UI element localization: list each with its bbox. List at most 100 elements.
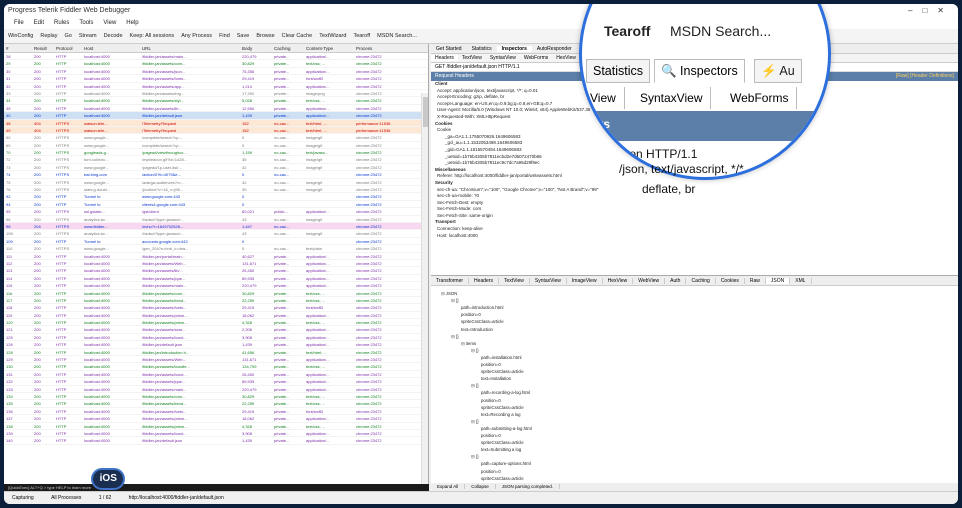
response-tab-raw[interactable]: Raw [744, 278, 766, 284]
raw-link[interactable]: [Raw] [896, 73, 909, 79]
json-tree-node[interactable]: spriteCssClass=article [461, 319, 504, 324]
tab-inspectors[interactable]: Inspectors [496, 46, 532, 52]
column-header[interactable]: Process [354, 44, 414, 52]
menu-item-tools[interactable]: Tools [79, 20, 93, 26]
json-tree-node[interactable]: spriteCssClass=article [481, 476, 524, 481]
json-tree-node[interactable]: path=submitting-a-log.html [481, 426, 532, 431]
json-tree-node[interactable]: ⊟ items [461, 341, 476, 347]
session-row[interactable]: 132 200 HTTP localhost:4000/fiddler-jan/ass… [4, 378, 428, 386]
response-tab-webview[interactable]: WebView [633, 278, 666, 284]
toolbar-button[interactable]: WinConfig [8, 33, 33, 39]
session-row[interactable]: 137 200 HTTP localhost:4000/fiddler-jan/ass… [4, 415, 428, 423]
session-row[interactable]: 114 200 HTTP localhost:4000/fiddler-jan/ass… [4, 275, 428, 283]
response-tab-textview[interactable]: TextView [498, 278, 530, 284]
session-row[interactable]: 115 200 HTTP localhost:4000/fiddler-jan/ass… [4, 282, 428, 290]
column-header[interactable]: Content-Type [304, 44, 354, 52]
column-header[interactable]: # [4, 44, 32, 52]
session-row[interactable]: 116 200 HTTP localhost:4000/fiddler-jan/ass… [4, 290, 428, 297]
session-row[interactable]: 130 200 HTTP localhost:4000/fiddler-jan/ass… [4, 363, 428, 371]
session-row[interactable]: 72 200 HTTPS turn.collectc... /mpbeacon.gif?… [4, 156, 428, 164]
column-header[interactable]: Result [32, 44, 54, 52]
session-row[interactable]: 113 200 HTTP localhost:4000/fiddler-jan/ass… [4, 267, 428, 275]
session-row[interactable]: 74 200 HTTPS bat.bing.com/action/0?ti=4079&… [4, 171, 428, 179]
collapse-button[interactable]: Collapse [465, 484, 496, 489]
session-row[interactable]: 108 200 HTTPS analytics.tw... /i/adsct?type=… [4, 230, 428, 238]
session-row[interactable]: 96 200 HTTPS analytics.tw... /i/adsct?type=j… [4, 216, 428, 223]
inspector-tab-textview[interactable]: TextView [458, 55, 486, 61]
column-header[interactable]: Caching [272, 44, 304, 52]
session-row[interactable]: 118 200 HTTP localhost:4000/fiddler-jan/ass… [4, 304, 428, 312]
tab-autoresponder[interactable]: AutoResponder [532, 46, 577, 52]
inspector-tab-hexview[interactable]: HexView [552, 55, 580, 61]
session-row[interactable]: 34 200 HTTP localhost:4000/fiddler-jan/asse… [4, 97, 428, 105]
menu-item-edit[interactable]: Edit [34, 20, 44, 26]
response-tab-auth[interactable]: Auth [665, 278, 687, 284]
toolbar-button[interactable]: TextWizard [319, 33, 346, 39]
session-row[interactable]: 31 200 HTTP localhost:4000/fiddler-jan/asse… [4, 75, 428, 83]
menu-item-file[interactable]: File [14, 20, 24, 26]
session-row[interactable]: 50 200 HTTPS www.google... /complete/search?… [4, 134, 428, 142]
capturing-indicator[interactable]: Capturing [4, 495, 42, 501]
json-tree-node[interactable]: spriteCssClass=article [481, 440, 524, 445]
toolbar-button[interactable]: Go [65, 33, 72, 39]
sessions-scrollbar[interactable] [421, 93, 428, 491]
session-row[interactable]: 60 200 HTTPS www.google... /complete/search?… [4, 142, 428, 150]
minimize-icon[interactable]: – [908, 6, 922, 15]
session-row[interactable]: 117 200 HTTP localhost:4000/fiddler-jan/ass… [4, 297, 428, 305]
header-definitions-link[interactable]: [Header Definitions] [910, 73, 954, 79]
session-row[interactable]: 121 200 HTTP localhost:4000/fiddler-jan/ass… [4, 326, 428, 334]
json-tree-node[interactable]: ⊟ {} [471, 348, 479, 354]
toolbar-button[interactable]: Find [219, 33, 230, 39]
session-row[interactable]: 32 200 HTTP localhost:4000/fiddler-jan/asse… [4, 83, 428, 90]
toolbar-button[interactable]: Decode [104, 33, 123, 39]
session-row[interactable]: 109 200 HTTP Tunnel to accounts.google.com:4… [4, 238, 428, 246]
inspector-tab-webforms[interactable]: WebForms [520, 55, 552, 61]
response-tab-xml[interactable]: XML [790, 278, 812, 284]
json-tree-node[interactable]: spriteCssClass=article [481, 369, 524, 374]
toolbar-button[interactable]: Stream [79, 33, 97, 39]
session-row[interactable]: 28 200 HTTP localhost:4000/fiddler-jan/asse… [4, 53, 428, 61]
json-tree-node[interactable]: position=0 [481, 433, 501, 438]
session-row[interactable]: 49 404 HTTPS watson.tele... /Telemetry.Reque… [4, 126, 428, 135]
json-tree-node[interactable]: ⊟ {} [451, 334, 459, 340]
maximize-icon[interactable]: □ [922, 6, 937, 15]
toolbar-button[interactable]: Tearoff [353, 33, 370, 39]
menu-item-rules[interactable]: Rules [54, 20, 69, 26]
session-row[interactable]: 33 200 HTTP localhost:4000/fiddler-jan/asse… [4, 90, 428, 98]
column-header[interactable]: Protocol [54, 44, 82, 52]
json-tree-node[interactable]: path=recording-a-log.html [481, 390, 530, 395]
session-row[interactable]: 111 200 HTTP localhost:4000/fiddler-jan/por… [4, 253, 428, 260]
json-tree-node[interactable]: ⊟ {} [451, 298, 459, 304]
json-tree-node[interactable]: position=0 [461, 312, 481, 317]
session-row[interactable]: 30 200 HTTP localhost:4000/fiddler-jan/asse… [4, 68, 428, 76]
session-row[interactable]: 110 200 HTTPS www.google... /gen_204?s=hnb_c… [4, 245, 428, 253]
json-tree-node[interactable]: position=0 [481, 362, 501, 367]
menu-item-help[interactable]: Help [126, 20, 138, 26]
session-row[interactable]: 138 200 HTTP localhost:4000/fiddler-jan/ass… [4, 423, 428, 430]
session-row[interactable]: 48 404 HTTPS watson.tele... /Telemetry.Reque… [4, 119, 428, 127]
json-tree-node[interactable]: text=Installation [481, 376, 511, 381]
session-row[interactable]: 73 200 HTTPS www.google... /pagead/1p-user-l… [4, 164, 428, 172]
json-tree-node[interactable]: text=Introduction [461, 327, 493, 332]
response-tab-caching[interactable]: Caching [686, 278, 716, 284]
tab-statistics[interactable]: Statistics [467, 46, 497, 52]
expand-all-button[interactable]: Expand All [431, 484, 466, 489]
response-tab-syntaxview[interactable]: SyntaxView [529, 278, 567, 284]
json-tree-node[interactable]: position=0 [481, 469, 501, 474]
session-row[interactable]: 75 200 HTTPS www.google... /ads/ga-audiences… [4, 179, 428, 187]
session-row[interactable]: 92 200 HTTP Tunnel to www.google.com:443 0 chr… [4, 193, 428, 201]
column-header[interactable]: Body [240, 44, 272, 52]
session-row[interactable]: 119 200 HTTP localhost:4000/fiddler-jan/ass… [4, 312, 428, 320]
session-row[interactable]: 35 200 HTTP localhost:4000/fiddler-jan/asse… [4, 105, 428, 113]
session-row[interactable]: 125 200 HTTP localhost:4000/fiddler-jan/ass… [4, 334, 428, 342]
toolbar-button[interactable]: Replay [40, 33, 57, 39]
toolbar-button[interactable]: MSDN Search... [377, 33, 417, 39]
session-row[interactable]: 131 200 HTTP localhost:4000/fiddler-jan/ass… [4, 371, 428, 379]
process-filter[interactable]: All Processes [43, 495, 89, 501]
json-tree-node[interactable]: ⊟ {} [471, 454, 479, 460]
session-row[interactable]: 135 200 HTTP localhost:4000/fiddler-jan/ass… [4, 400, 428, 408]
response-tab-imageview[interactable]: ImageView [566, 278, 603, 284]
response-tab-headers[interactable]: Headers [469, 278, 499, 284]
session-row[interactable]: 95 200 HTTPS ssl.gstatic... /gsi/client 60,02… [4, 208, 428, 216]
toolbar-button[interactable]: Clear Cache [282, 33, 313, 39]
